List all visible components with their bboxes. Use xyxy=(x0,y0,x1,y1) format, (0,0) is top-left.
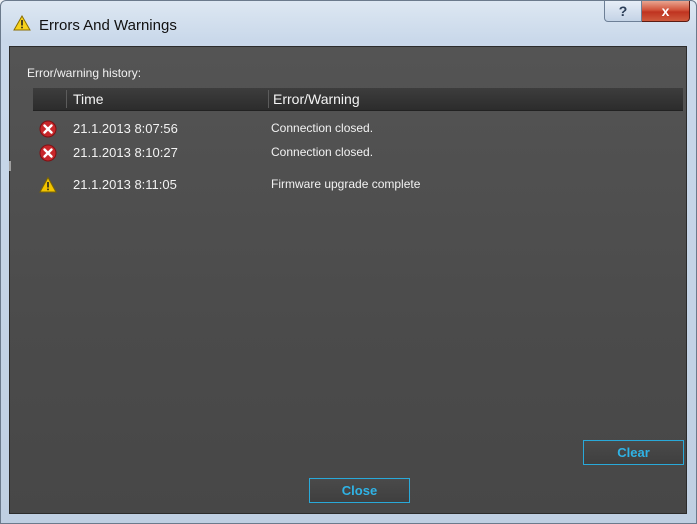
close-button[interactable]: Close xyxy=(309,478,410,503)
title-bar[interactable]: Errors And Warnings ? x xyxy=(1,1,696,45)
error-icon xyxy=(39,120,57,138)
history-label: Error/warning history: xyxy=(27,66,142,80)
grid-header: Time Error/Warning xyxy=(33,88,683,111)
caption-buttons: ? x xyxy=(604,1,690,23)
help-button[interactable]: ? xyxy=(604,1,642,22)
error-history-grid[interactable]: Time Error/Warning 21.1.2013 8:07:56 Con… xyxy=(33,88,683,428)
table-row[interactable]: 21.1.2013 8:10:27 Connection closed. xyxy=(33,142,683,164)
warning-icon xyxy=(39,176,57,194)
warning-icon xyxy=(13,14,31,31)
close-icon: x xyxy=(661,3,670,19)
clear-button[interactable]: Clear xyxy=(583,440,684,465)
resize-grip[interactable] xyxy=(9,161,11,171)
error-icon xyxy=(39,144,57,162)
help-icon: ? xyxy=(618,3,628,19)
errors-dialog: Errors And Warnings ? x Error/warning hi… xyxy=(0,0,697,524)
row-message: Connection closed. xyxy=(271,121,374,135)
row-time: 21.1.2013 8:07:56 xyxy=(73,121,178,136)
row-time: 21.1.2013 8:10:27 xyxy=(73,145,178,160)
column-header-message[interactable]: Error/Warning xyxy=(273,91,360,107)
row-time: 21.1.2013 8:11:05 xyxy=(73,177,177,192)
window-close-button[interactable]: x xyxy=(642,1,690,22)
column-separator[interactable] xyxy=(268,90,269,108)
row-message: Connection closed. xyxy=(271,145,374,159)
column-separator[interactable] xyxy=(66,90,67,108)
table-row[interactable]: 21.1.2013 8:07:56 Connection closed. xyxy=(33,118,683,140)
column-header-time[interactable]: Time xyxy=(73,91,104,107)
window-title: Errors And Warnings xyxy=(39,17,177,34)
table-row[interactable]: 21.1.2013 8:11:05 Firmware upgrade compl… xyxy=(33,174,683,196)
row-message: Firmware upgrade complete xyxy=(271,177,421,191)
